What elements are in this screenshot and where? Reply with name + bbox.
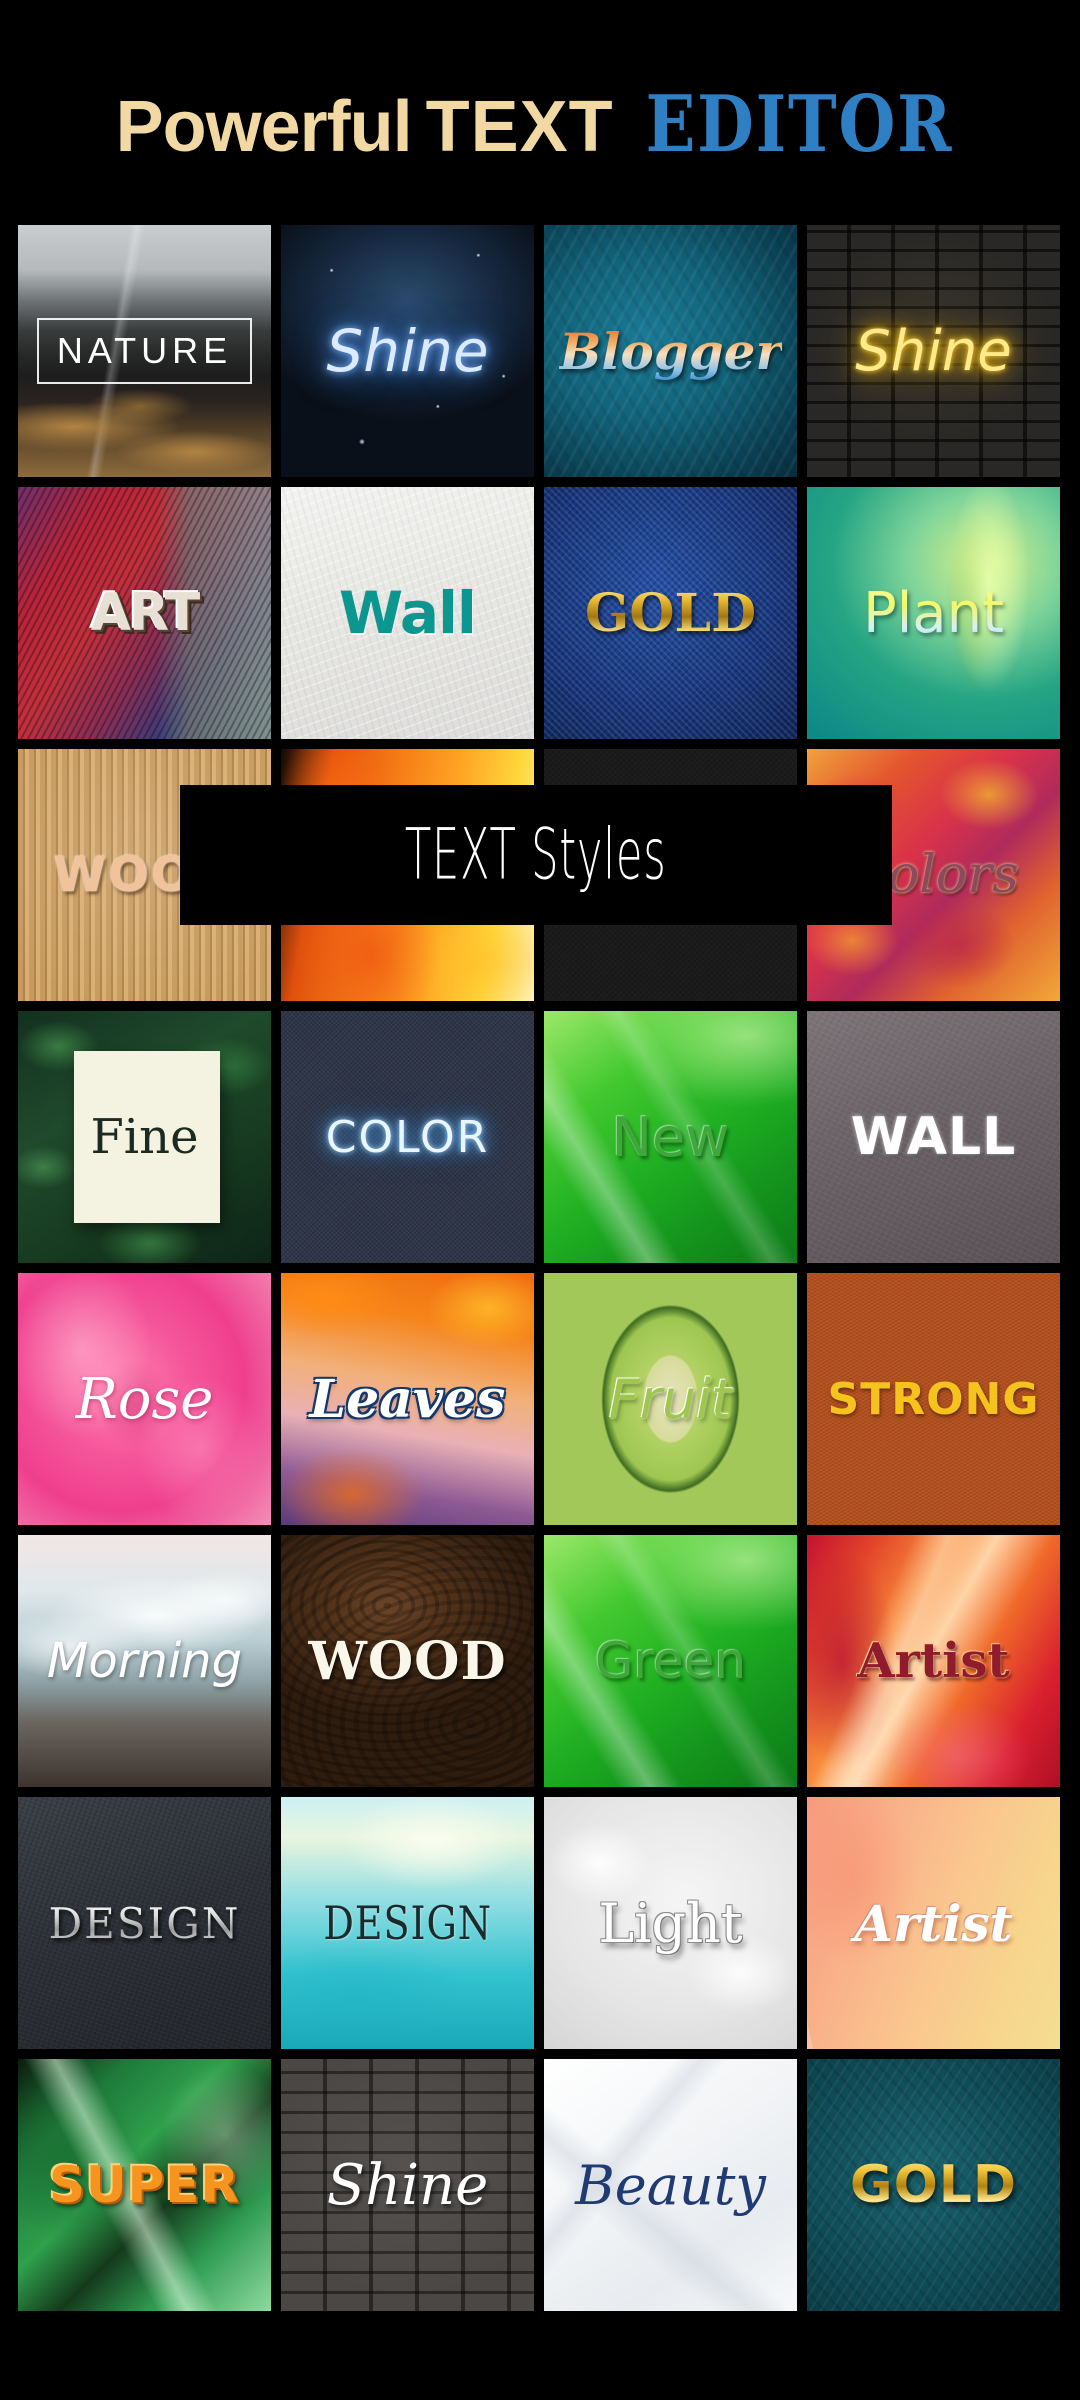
- tile-background-overlay: [18, 1535, 271, 1787]
- tile-background-overlay: [281, 2059, 534, 2311]
- style-tile-shine-script[interactable]: Shine: [281, 2059, 534, 2311]
- style-tile-strong[interactable]: STRONG: [807, 1273, 1060, 1525]
- banner-label: TEXT Styles: [405, 814, 667, 897]
- paper-card: [74, 1051, 221, 1222]
- style-tile-new[interactable]: New: [544, 1011, 797, 1263]
- style-tile-green[interactable]: Green: [544, 1535, 797, 1787]
- tile-background-overlay: [544, 1535, 797, 1787]
- text-styles-banner: TEXT Styles: [180, 785, 892, 925]
- tile-background-overlay: [807, 1273, 1060, 1525]
- tile-background-overlay: [281, 1797, 534, 2049]
- tile-background-overlay: [807, 225, 1060, 477]
- style-tile-wood-grain[interactable]: WOOD: [281, 1535, 534, 1787]
- style-tile-plant[interactable]: Plant: [807, 487, 1060, 739]
- style-tile-blogger[interactable]: Blogger: [544, 225, 797, 477]
- style-tile-wall-chalk[interactable]: WALL: [807, 1011, 1060, 1263]
- tile-background-overlay: [544, 1011, 797, 1263]
- style-tile-wall-teal[interactable]: Wall: [281, 487, 534, 739]
- tile-background-overlay: [281, 1535, 534, 1787]
- style-tile-artist-peach[interactable]: Artist: [807, 1797, 1060, 2049]
- tile-background-overlay: [18, 487, 271, 739]
- style-tile-fruit[interactable]: Fruit: [544, 1273, 797, 1525]
- style-tile-shine-blue-neon[interactable]: Shine: [281, 225, 534, 477]
- tile-background-overlay: [18, 225, 271, 477]
- tile-background-overlay: [544, 2059, 797, 2311]
- tile-background-overlay: [807, 2059, 1060, 2311]
- style-tile-morning[interactable]: Morning: [18, 1535, 271, 1787]
- tile-background-overlay: [544, 1797, 797, 2049]
- tile-background-overlay: [281, 1011, 534, 1263]
- style-tile-super[interactable]: SUPER: [18, 2059, 271, 2311]
- tile-background-overlay: [807, 487, 1060, 739]
- style-tile-shine-yellow-neon[interactable]: Shine: [807, 225, 1060, 477]
- tile-background-stars: [281, 225, 534, 477]
- tile-background-overlay: [281, 1273, 534, 1525]
- tile-background-overlay: [281, 487, 534, 739]
- tile-background-overlay: [544, 487, 797, 739]
- title-word-powerful: Powerful: [116, 87, 412, 167]
- app-header: PowerfulTEXT EDITOR: [0, 0, 1080, 230]
- tile-background-overlay: [544, 225, 797, 477]
- style-tile-nature[interactable]: NATURE: [18, 225, 271, 477]
- style-tile-gold-leather[interactable]: GOLD: [544, 487, 797, 739]
- style-tile-gold-teal[interactable]: GOLD: [807, 2059, 1060, 2311]
- style-tile-design-silver[interactable]: DESIGN: [18, 1797, 271, 2049]
- style-tile-rose[interactable]: Rose: [18, 1273, 271, 1525]
- style-tile-beauty[interactable]: Beauty: [544, 2059, 797, 2311]
- style-tile-design-turquoise[interactable]: DESIGN: [281, 1797, 534, 2049]
- style-tile-leaves[interactable]: Leaves: [281, 1273, 534, 1525]
- tile-background-overlay: [807, 1535, 1060, 1787]
- style-tile-fine[interactable]: Fine: [18, 1011, 271, 1263]
- title-word-text: TEXT: [426, 87, 614, 167]
- tile-background-overlay: [807, 1797, 1060, 2049]
- tile-background-overlay: [18, 1273, 271, 1525]
- style-tile-art[interactable]: ART: [18, 487, 271, 739]
- style-tile-color-neon[interactable]: COLOR: [281, 1011, 534, 1263]
- title-word-editor: EDITOR: [645, 86, 953, 164]
- text-style-grid: NATURE Shine Blogger Shine ART Wall GOLD…: [18, 225, 1062, 2311]
- tile-background-overlay: [18, 2059, 271, 2311]
- page-title: PowerfulTEXT EDITOR: [116, 86, 965, 164]
- tile-background-overlay: [807, 1011, 1060, 1263]
- style-tile-light[interactable]: Light: [544, 1797, 797, 2049]
- style-tile-artist-canyon[interactable]: Artist: [807, 1535, 1060, 1787]
- tile-background-avocado: [544, 1273, 797, 1525]
- tile-background-overlay: [18, 1797, 271, 2049]
